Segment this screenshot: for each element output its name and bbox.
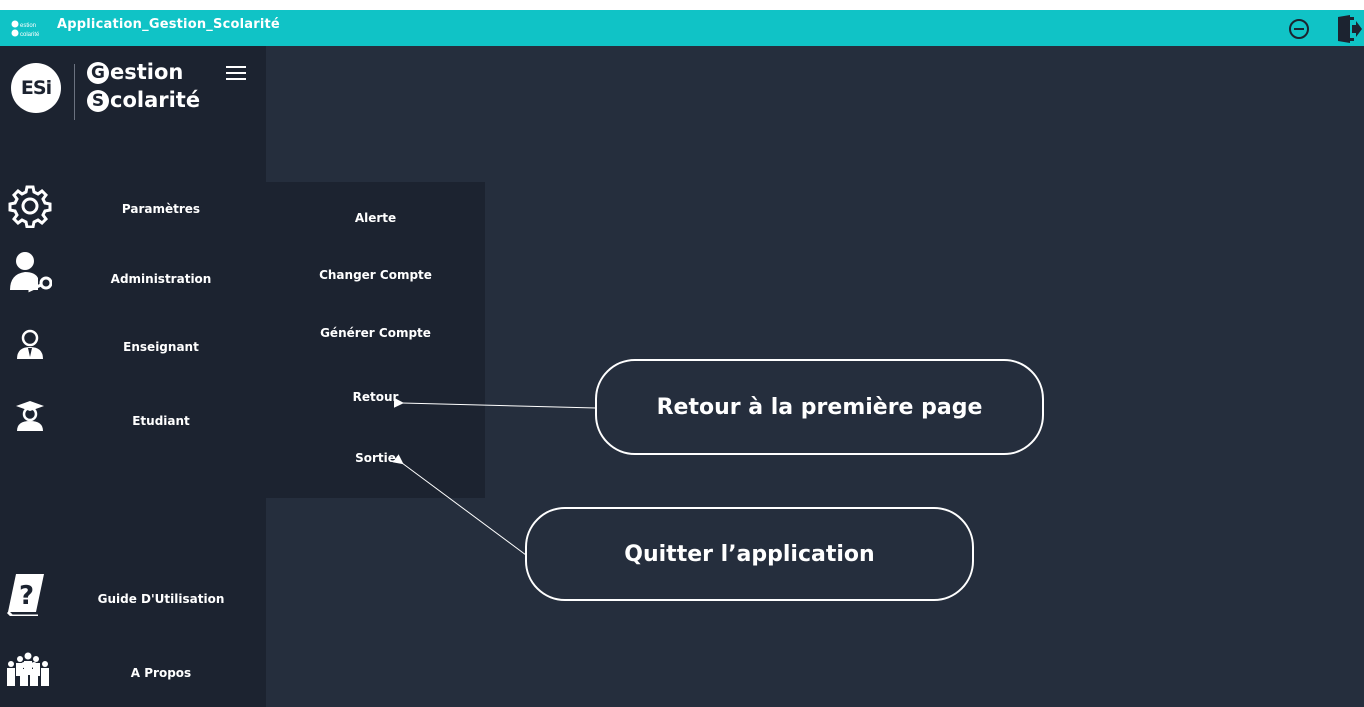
logo-title-line1: Gestion bbox=[87, 60, 183, 84]
logo-line1-text: estion bbox=[110, 60, 184, 84]
logo-text-line1: estion bbox=[20, 23, 36, 29]
sidebar-item-label: Guide D'Utilisation bbox=[97, 592, 225, 606]
graduate-student-icon bbox=[16, 401, 44, 431]
submenu-item-alerte[interactable]: Alerte bbox=[266, 211, 485, 225]
minus-circle-icon[interactable] bbox=[1288, 18, 1310, 40]
door-exit-icon[interactable] bbox=[1336, 15, 1362, 43]
app-logo-icon: estion colarité bbox=[11, 20, 40, 38]
callout-retour: Retour à la première page bbox=[595, 359, 1044, 455]
logo-title-line2: Scolarité bbox=[87, 88, 200, 112]
callout-sortie: Quitter l’application bbox=[525, 507, 974, 601]
sidebar-item-label: Administration bbox=[110, 272, 212, 286]
logo-line2-text: colarité bbox=[110, 88, 201, 112]
gear-icon bbox=[8, 185, 52, 228]
sidebar-item-guide[interactable]: ? Guide D'Utilisation bbox=[0, 572, 266, 626]
sidebar-item-enseignant[interactable]: Enseignant bbox=[0, 320, 266, 374]
submenu-item-sortie[interactable]: Sortie bbox=[266, 451, 485, 465]
sidebar-item-label: A Propos bbox=[130, 666, 192, 680]
submenu-item-retour[interactable]: Retour bbox=[266, 390, 485, 404]
sidebar-item-etudiant[interactable]: Etudiant bbox=[0, 394, 266, 448]
top-strip bbox=[0, 0, 1364, 10]
logo-divider bbox=[74, 64, 75, 120]
admin-user-key-icon bbox=[10, 252, 52, 293]
submenu-item-generer-compte[interactable]: Générer Compte bbox=[266, 326, 485, 340]
group-people-icon bbox=[7, 652, 49, 686]
submenu-item-changer-compte[interactable]: Changer Compte bbox=[266, 268, 485, 282]
window-title: Application_Gestion_Scolarité bbox=[57, 17, 280, 32]
logo-text-line2: colarité bbox=[20, 32, 40, 38]
sidebar-item-label: Paramètres bbox=[121, 202, 201, 216]
sidebar-item-a-propos[interactable]: A Propos bbox=[0, 644, 266, 698]
sidebar-item-label: Etudiant bbox=[132, 414, 190, 428]
sidebar-item-administration[interactable]: Administration bbox=[0, 250, 266, 304]
logo-cap-g: G bbox=[87, 62, 109, 84]
esi-logo-badge: ESi bbox=[11, 63, 61, 113]
app-window: estion colarité Application_Gestion_Scol… bbox=[0, 0, 1364, 707]
sidebar-item-label: Enseignant bbox=[123, 340, 199, 354]
hamburger-icon[interactable] bbox=[226, 66, 246, 82]
logo-cap-s: S bbox=[87, 90, 109, 112]
help-book-icon: ? bbox=[6, 574, 44, 616]
svg-text:?: ? bbox=[19, 581, 34, 611]
sidebar-item-parametres[interactable]: Paramètres bbox=[0, 182, 266, 236]
teacher-icon bbox=[17, 329, 43, 359]
